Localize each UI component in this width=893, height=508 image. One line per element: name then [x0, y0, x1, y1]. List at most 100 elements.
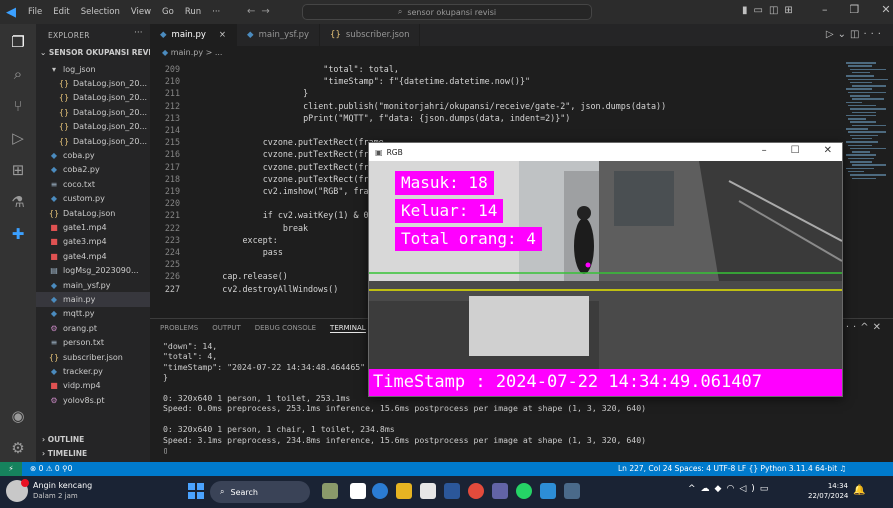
run-play-icon[interactable]: ▷⌄: [826, 29, 850, 40]
taskbar-app-file-explorer-icon[interactable]: [396, 483, 412, 499]
rgb-window-titlebar[interactable]: ▣ RGB – ☐ ✕: [369, 143, 842, 161]
forward-arrow-icon[interactable]: →: [261, 6, 275, 17]
file-item[interactable]: ⚙ orang.pt: [36, 321, 150, 335]
nav-arrows[interactable]: ←→: [247, 6, 276, 17]
panel-tab-terminal[interactable]: TERMINAL: [330, 324, 366, 333]
taskbar-app-task-view-icon[interactable]: [350, 483, 366, 499]
close-panel-icon[interactable]: ✕: [873, 322, 885, 333]
file-item[interactable]: ◆ custom.py: [36, 192, 150, 206]
file-item[interactable]: ◆ tracker.py: [36, 364, 150, 378]
command-center-search[interactable]: ⌕ sensor okupansi revisi: [302, 4, 592, 20]
explorer-more-icon[interactable]: ···: [134, 28, 143, 38]
close-tab-icon[interactable]: ×: [219, 30, 226, 40]
close-icon[interactable]: ✕: [881, 3, 890, 16]
file-item[interactable]: ◆ coba.py: [36, 148, 150, 162]
windows-start-icon[interactable]: [188, 483, 204, 499]
file-item[interactable]: ◆ main.py: [36, 292, 150, 307]
problems-status[interactable]: ⊗ 0 ⚠ 0 ⚲0: [30, 462, 72, 476]
file-item[interactable]: {} DataLog.json_20...: [36, 91, 150, 105]
account-icon[interactable]: ◉: [8, 406, 28, 426]
code-line[interactable]: 214: [150, 125, 840, 135]
taskbar-app-widgets-icon[interactable]: [322, 483, 338, 499]
tray-chevron-up-icon[interactable]: ^: [688, 484, 701, 494]
menu-view[interactable]: View: [131, 7, 151, 17]
tab-main-ysf-py[interactable]: ◆ main_ysf.py: [237, 24, 321, 46]
panel-tab-output[interactable]: OUTPUT: [212, 324, 241, 332]
docker-icon[interactable]: ✚: [8, 224, 28, 244]
taskbar-app-word-icon[interactable]: [444, 483, 460, 499]
timeline-section[interactable]: › TIMELINE: [42, 449, 87, 458]
testing-flask-icon[interactable]: ⚗: [8, 192, 28, 212]
taskbar-app-vscode-icon[interactable]: [540, 483, 556, 499]
system-clock[interactable]: 14:34 22/07/2024: [808, 481, 848, 501]
maximize-panel-icon[interactable]: ^: [860, 322, 872, 333]
code-line[interactable]: 209 "total": total,: [150, 64, 840, 74]
menu-more[interactable]: ···: [212, 7, 220, 17]
file-item[interactable]: ≡ person.txt: [36, 336, 150, 350]
menu-run[interactable]: Run: [185, 7, 201, 17]
source-control-icon[interactable]: ⑂: [8, 96, 28, 116]
rgb-close-icon[interactable]: ✕: [824, 145, 832, 156]
menu-edit[interactable]: Edit: [53, 7, 69, 17]
taskbar-search[interactable]: ⌕ Search: [210, 481, 310, 503]
code-line[interactable]: 210 "timeStamp": f"{datetime.datetime.now…: [150, 76, 840, 86]
taskbar-app-teams-icon[interactable]: [492, 483, 508, 499]
system-tray[interactable]: ^☁◆◠◁)▭: [688, 484, 773, 494]
taskbar-app-edge-icon[interactable]: [372, 483, 388, 499]
file-item[interactable]: ■ vidp.mp4: [36, 379, 150, 393]
tab-main-py[interactable]: ◆ main.py ×: [150, 24, 238, 46]
code-line[interactable]: 212 client.publish("monitorjahri/okupansi…: [150, 101, 840, 111]
tray-app-icon[interactable]: ☁: [701, 484, 715, 494]
file-item[interactable]: ◆ coba2.py: [36, 163, 150, 177]
taskbar-app-store-icon[interactable]: [420, 483, 436, 499]
toggle-sidebar-icon[interactable]: ▮: [742, 5, 748, 16]
breadcrumb[interactable]: ◆ main.py > ...: [150, 46, 893, 60]
file-item[interactable]: ≡ coco.txt: [36, 177, 150, 191]
file-item[interactable]: {} DataLog.json_20...: [36, 76, 150, 90]
file-item[interactable]: {} subscriber.json: [36, 350, 150, 364]
wifi-icon[interactable]: ◠: [726, 484, 739, 494]
file-item[interactable]: {} DataLog.json_20...: [36, 134, 150, 148]
run-debug-icon[interactable]: ▷: [8, 128, 28, 148]
extensions-icon[interactable]: ⊞: [8, 160, 28, 180]
file-item[interactable]: ■ gate4.mp4: [36, 249, 150, 263]
remote-indicator-icon[interactable]: ⚡: [0, 462, 22, 476]
explorer-files-icon[interactable]: ❐: [8, 32, 28, 52]
file-item[interactable]: {} DataLog.json_20...: [36, 105, 150, 119]
rgb-maximize-icon[interactable]: ☐: [791, 145, 800, 156]
settings-gear-icon[interactable]: ⚙: [8, 438, 28, 458]
project-root[interactable]: ⌄ SENSOR OKUPANSI REVISI: [40, 48, 159, 57]
restore-icon[interactable]: ❐: [850, 3, 860, 16]
taskbar-app-chrome-icon[interactable]: [468, 483, 484, 499]
menu-file[interactable]: File: [28, 7, 42, 17]
editor-status-info[interactable]: Ln 227, Col 24 Spaces: 4 UTF-8 LF {} Pyt…: [618, 462, 846, 476]
toggle-panel-icon[interactable]: ▭: [754, 5, 763, 16]
file-item[interactable]: ■ gate1.mp4: [36, 220, 150, 234]
rgb-video-window[interactable]: ▣ RGB – ☐ ✕ Masuk: 18 Keluar: 14 Total o…: [368, 142, 843, 397]
code-line[interactable]: 213 pPrint("MQTT", f"data: {json.dumps(da…: [150, 113, 840, 123]
taskbar-app-whatsapp-icon[interactable]: [516, 483, 532, 499]
taskbar-app-python-icon[interactable]: [564, 483, 580, 499]
rgb-minimize-icon[interactable]: –: [762, 145, 767, 156]
search-icon[interactable]: ⌕: [8, 64, 28, 84]
file-item[interactable]: {} DataLog.json: [36, 206, 150, 220]
more-actions-icon[interactable]: ···: [863, 29, 885, 40]
tray-game-icon[interactable]: ◆: [715, 484, 727, 494]
volume-icon[interactable]: ◁): [739, 484, 759, 494]
outline-section[interactable]: › OUTLINE: [42, 435, 84, 444]
menu-selection[interactable]: Selection: [81, 7, 120, 17]
back-arrow-icon[interactable]: ←: [247, 6, 261, 17]
notification-bell-icon[interactable]: 🔔: [853, 485, 865, 496]
split-editor-icon[interactable]: ◫: [850, 29, 863, 40]
customize-layout-icon[interactable]: ⊞: [784, 5, 792, 16]
file-item[interactable]: ■ gate3.mp4: [36, 235, 150, 249]
file-item[interactable]: ◆ mqtt.py: [36, 307, 150, 321]
battery-icon[interactable]: ▭: [760, 484, 774, 494]
toggle-secondary-sidebar-icon[interactable]: ◫: [769, 5, 778, 16]
panel-tab-debug-console[interactable]: DEBUG CONSOLE: [255, 324, 316, 332]
file-item[interactable]: ▾ log_json: [36, 62, 150, 76]
menu-go[interactable]: Go: [162, 7, 174, 17]
panel-tab-problems[interactable]: PROBLEMS: [160, 324, 198, 332]
minimap[interactable]: [840, 46, 893, 318]
file-item[interactable]: ◆ main_ysf.py: [36, 278, 150, 292]
